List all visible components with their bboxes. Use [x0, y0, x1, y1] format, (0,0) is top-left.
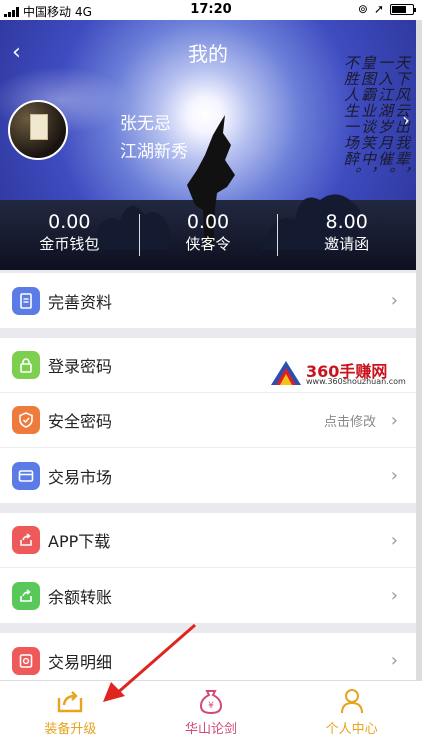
watermark: 360手赚网 www.360shouzhuan.com	[270, 358, 420, 390]
stat-value: 8.00	[325, 211, 368, 233]
menu-item-label: 登录密码	[48, 357, 113, 376]
menu-item-balance-transfer[interactable]: 余额转账 ›	[0, 568, 416, 623]
menu-group-app: APP下载 › 余额转账 ›	[0, 513, 416, 623]
avatar[interactable]	[8, 100, 68, 160]
stat-label: 邀请函	[324, 235, 370, 253]
stat-value: 0.00	[48, 211, 91, 233]
watermark-url: www.360shouzhuan.com	[306, 377, 406, 386]
upgrade-icon	[53, 685, 87, 717]
person-icon	[335, 685, 369, 717]
tab-label: 个人中心	[325, 722, 378, 737]
background-page-edge	[416, 20, 422, 680]
stat-xiake-token[interactable]: 0.00 侠客令	[138, 210, 278, 260]
bottom-tab-bar: 装备升级 ¥ 华山论剑 个人中心	[0, 680, 422, 739]
menu-item-label: 安全密码	[48, 412, 113, 431]
watermark-logo-icon	[271, 361, 301, 385]
menu-item-label: 交易市场	[48, 467, 113, 487]
menu-item-trade-market[interactable]: 交易市场 ›	[0, 448, 416, 503]
location-icon: ➚	[373, 2, 384, 16]
chevron-right-icon: ›	[390, 529, 398, 551]
status-bar: 中国移动 4G 17:20 ⊚ ➚	[0, 0, 422, 20]
annotation-arrow	[103, 623, 196, 702]
menu-item-label: 余额转账	[48, 587, 113, 607]
detail-icon	[12, 646, 40, 675]
chevron-right-icon: ›	[390, 409, 398, 431]
calligraphy-poem: 天下风云出我辈，一入江湖岁月催。皇图霸业谈笑中，不胜人生一场醉。	[342, 55, 411, 183]
stat-gold-wallet[interactable]: 0.00 金币钱包	[0, 210, 139, 260]
svg-text:¥: ¥	[208, 701, 214, 711]
orientation-lock-icon: ⊚	[357, 2, 368, 16]
chevron-right-icon: ›	[390, 650, 398, 671]
lock-icon	[12, 351, 40, 379]
menu-item-app-download[interactable]: APP下载 ›	[0, 513, 416, 568]
tab-personal-center[interactable]: 个人中心	[281, 681, 422, 739]
chevron-right-icon: ›	[390, 290, 398, 311]
document-icon	[12, 286, 40, 315]
modify-hint: 点击修改	[323, 414, 376, 430]
status-right: ⊚ ➚	[357, 2, 416, 16]
shield-icon	[12, 406, 40, 434]
stat-invitation[interactable]: 8.00 邀请函	[277, 210, 416, 260]
menu-item-label: 完善资料	[48, 292, 113, 312]
user-level: 江湖新秀	[120, 142, 188, 162]
tab-label: 装备升级	[44, 722, 97, 737]
stat-label: 金币钱包	[39, 235, 100, 253]
user-name: 张无忌	[120, 114, 171, 134]
chevron-right-icon: ›	[390, 465, 398, 486]
profile-header: ‹ 我的 › 天下风云出我辈，一入江湖岁月催。皇图霸业谈笑中，不胜人生一场醉。 …	[0, 20, 416, 270]
menu-item-complete-profile[interactable]: 完善资料 ›	[0, 273, 416, 328]
share-icon	[12, 581, 40, 610]
battery-icon	[390, 3, 416, 15]
share-icon	[12, 526, 40, 554]
stats-row: 0.00 金币钱包 0.00 侠客令 8.00 邀请函	[0, 210, 416, 260]
menu-item-label: APP下载	[48, 532, 111, 551]
stat-label: 侠客令	[185, 235, 231, 253]
chevron-right-icon: ›	[390, 585, 398, 606]
tab-label: 华山论剑	[185, 722, 238, 737]
menu-item-security-password[interactable]: 安全密码 点击修改 ›	[0, 393, 416, 448]
menu-group-profile: 完善资料 ›	[0, 273, 416, 328]
card-icon	[12, 461, 40, 490]
stat-value: 0.00	[186, 211, 230, 233]
